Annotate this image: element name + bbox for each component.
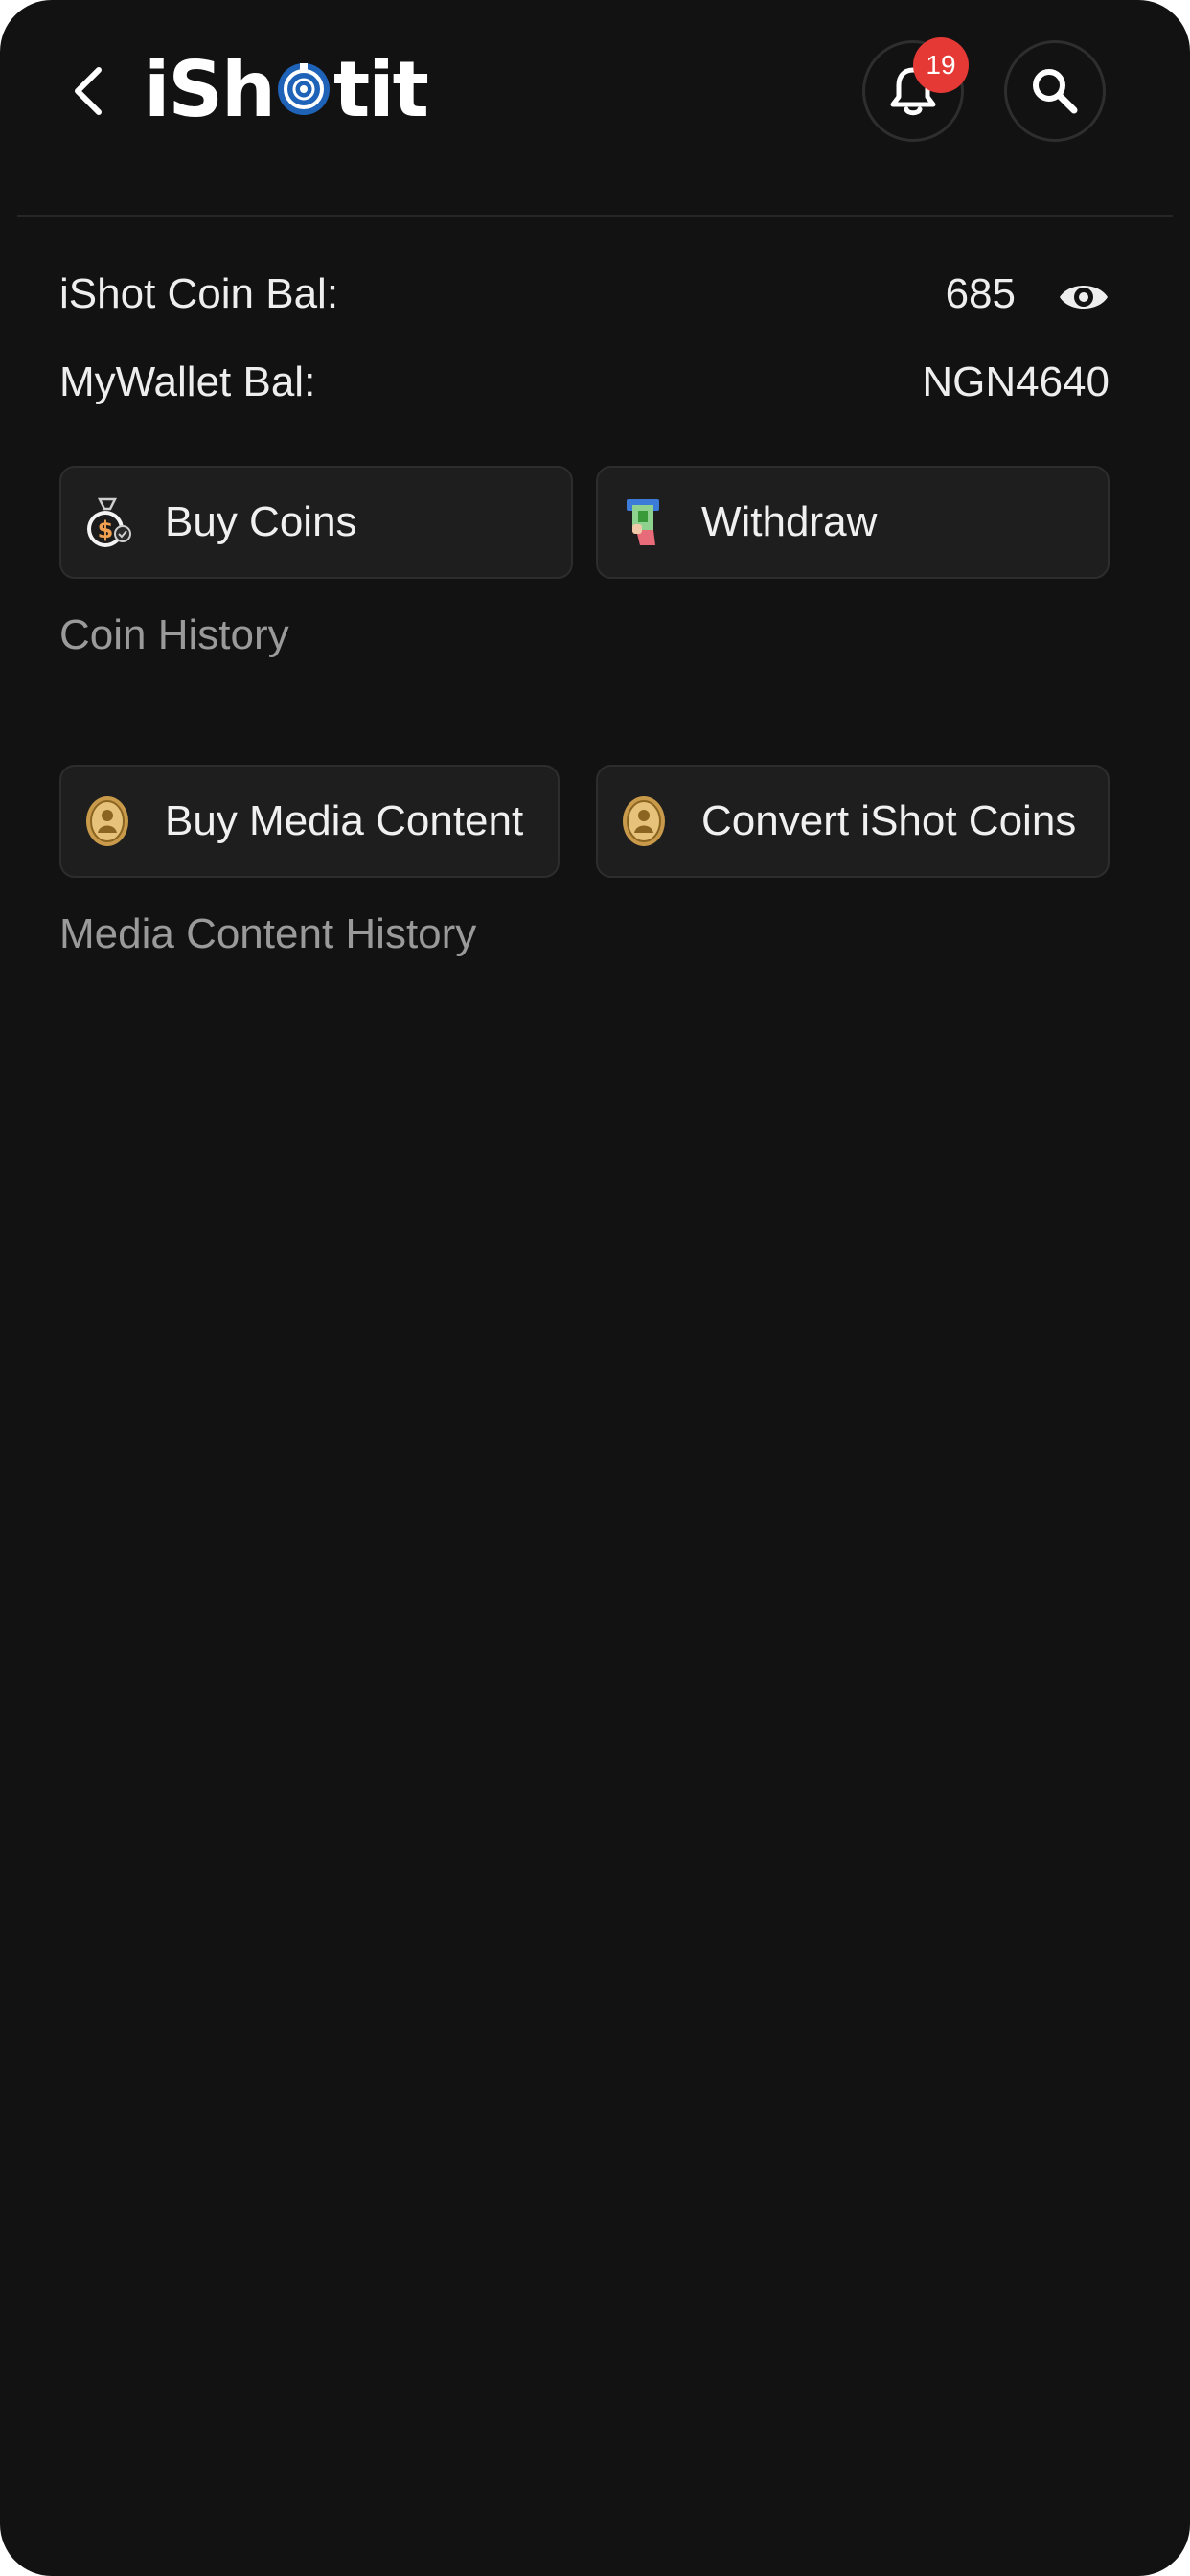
- coin-balance-label: iShot Coin Bal:: [59, 270, 339, 317]
- camera-lens-icon: [278, 63, 330, 115]
- coin-balance-value: 685: [945, 270, 1016, 317]
- buy-media-content-button[interactable]: Buy Media Content: [59, 765, 560, 878]
- buy-coins-label: Buy Coins: [165, 498, 357, 545]
- wallet-screen: iSh tit 19 iShot Coin Bal: 685 MyWallet …: [0, 0, 1190, 2576]
- withdraw-label: Withdraw: [701, 498, 878, 545]
- coin-history-link[interactable]: Coin History: [59, 611, 289, 659]
- withdraw-button[interactable]: Withdraw: [596, 466, 1110, 579]
- back-button[interactable]: [54, 58, 121, 125]
- gold-coin-icon: [623, 796, 665, 846]
- wallet-balance-value: NGN4640: [922, 358, 1110, 405]
- media-content-history-link[interactable]: Media Content History: [59, 910, 476, 958]
- wallet-balance-label: MyWallet Bal:: [59, 358, 316, 405]
- convert-coins-button[interactable]: Convert iShot Coins: [596, 765, 1110, 878]
- chevron-left-icon: [75, 67, 102, 115]
- gold-coin-icon: [86, 796, 128, 846]
- logo-text-left: iSh: [144, 44, 276, 134]
- money-bag-icon: $: [87, 497, 131, 547]
- buy-media-content-label: Buy Media Content: [165, 797, 524, 844]
- notification-badge: 19: [913, 37, 969, 93]
- logo-text-right: tit: [333, 44, 429, 134]
- search-button[interactable]: [1004, 40, 1106, 142]
- header-divider: [17, 215, 1173, 217]
- search-icon: [1033, 69, 1078, 114]
- svg-text:$: $: [98, 517, 114, 543]
- coin-balance-row: iShot Coin Bal: 685: [59, 270, 1110, 328]
- app-header: iSh tit 19: [0, 0, 1190, 215]
- wallet-balance-row: MyWallet Bal: NGN4640: [59, 358, 1110, 416]
- eye-icon[interactable]: [1058, 278, 1110, 316]
- buy-coins-button[interactable]: $ Buy Coins: [59, 466, 573, 579]
- convert-coins-label: Convert iShot Coins: [701, 797, 1077, 844]
- atm-withdraw-icon: [627, 499, 659, 545]
- notifications-button[interactable]: 19: [862, 37, 969, 142]
- app-logo: iSh tit: [144, 44, 429, 134]
